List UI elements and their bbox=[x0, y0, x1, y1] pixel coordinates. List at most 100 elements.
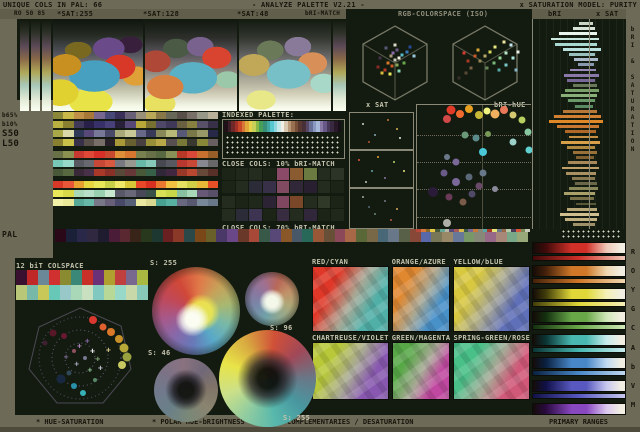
color-cell bbox=[115, 285, 126, 300]
color-cell bbox=[114, 181, 126, 188]
sat-panel-header: x SAT bbox=[366, 101, 389, 109]
bri-bar bbox=[572, 27, 589, 31]
range-letter-b: b bbox=[630, 362, 636, 371]
color-cell bbox=[197, 130, 208, 137]
color-cell bbox=[156, 139, 167, 146]
primary-range-row-b bbox=[532, 380, 626, 403]
polar-s255-bottom-label: S: 255 bbox=[283, 414, 311, 422]
color-cell bbox=[53, 130, 64, 137]
scatter-dot bbox=[498, 56, 502, 60]
scatter-dot bbox=[397, 56, 401, 60]
palette-strip-row6 bbox=[53, 160, 218, 167]
bri-column-header: bRI bbox=[548, 10, 562, 18]
color-cell bbox=[38, 270, 49, 285]
comp-gradient-pane bbox=[453, 342, 531, 400]
bri-bar bbox=[567, 207, 589, 211]
color-cell bbox=[16, 285, 27, 300]
color-cell bbox=[366, 229, 378, 242]
color-cell bbox=[114, 139, 126, 146]
color-cell bbox=[176, 139, 188, 146]
color-cell bbox=[94, 199, 105, 206]
color-cell bbox=[207, 151, 218, 158]
scatter-dot bbox=[399, 137, 402, 140]
sat-bar bbox=[590, 89, 600, 93]
bri-bar bbox=[569, 53, 589, 56]
sat-bar bbox=[590, 187, 598, 190]
color-cell bbox=[73, 190, 84, 197]
blob-field-sat-48 bbox=[239, 19, 331, 111]
comp-label: YELLOW/bLUE bbox=[453, 258, 504, 266]
color-cell bbox=[126, 285, 137, 300]
color-cell bbox=[166, 160, 177, 167]
color-cell bbox=[126, 270, 137, 285]
bri-bar bbox=[570, 68, 589, 72]
sat-bar bbox=[590, 94, 597, 98]
color-cell bbox=[237, 229, 249, 242]
bri-bar bbox=[567, 78, 589, 82]
scatter-dot bbox=[56, 374, 66, 384]
range-strip-main bbox=[532, 403, 626, 415]
scatter-dot bbox=[367, 140, 370, 143]
primary-range-row-C bbox=[532, 334, 626, 357]
sat-bar bbox=[590, 120, 603, 123]
color-cell bbox=[166, 112, 177, 119]
scatter-dot bbox=[367, 205, 370, 208]
scatter-dot bbox=[82, 356, 87, 360]
color-cell bbox=[73, 130, 84, 137]
bri-bar bbox=[562, 109, 589, 113]
color-cell bbox=[197, 160, 208, 167]
bri-bar bbox=[573, 58, 589, 62]
comp-gradient-pane bbox=[391, 266, 451, 332]
color-cell bbox=[302, 229, 313, 242]
color-cell bbox=[63, 130, 74, 137]
color-cell bbox=[197, 190, 208, 197]
bri-bar bbox=[554, 114, 589, 118]
scatter-dot bbox=[107, 328, 116, 337]
scatter-dot bbox=[443, 154, 450, 161]
blob-field-sat-255 bbox=[53, 19, 143, 111]
color-cell bbox=[38, 285, 49, 300]
scatter-dot bbox=[383, 199, 386, 202]
color-cell bbox=[71, 270, 82, 285]
color-cell bbox=[16, 270, 27, 285]
sat-bar bbox=[590, 73, 599, 77]
close-color-swatch bbox=[331, 209, 344, 221]
color-cell bbox=[65, 229, 77, 242]
range-letter-A: A bbox=[630, 343, 636, 352]
color-cell bbox=[53, 112, 64, 119]
color-cell bbox=[115, 270, 126, 285]
color-cell bbox=[135, 112, 146, 119]
range-letter-M: M bbox=[630, 400, 636, 409]
color-cell bbox=[259, 229, 270, 242]
brihue-scatter bbox=[416, 104, 533, 229]
scatter-dot bbox=[509, 43, 513, 47]
close-color-swatch bbox=[276, 181, 290, 193]
color-cell bbox=[104, 130, 115, 137]
scatter-dot bbox=[402, 169, 405, 172]
color-cell bbox=[162, 229, 174, 242]
color-cell bbox=[197, 169, 208, 176]
color-cell bbox=[130, 229, 141, 242]
close-color-swatch bbox=[317, 209, 331, 221]
comp-label: RED/CYAN bbox=[312, 258, 349, 266]
color-cell bbox=[156, 181, 167, 188]
gridline bbox=[417, 216, 531, 218]
close-color-swatch bbox=[276, 196, 290, 208]
scatter-dot bbox=[493, 45, 497, 49]
scatter-dot bbox=[490, 109, 500, 119]
palette-strip-row9 bbox=[53, 190, 218, 197]
close-color-swatch bbox=[276, 209, 290, 221]
color-cell bbox=[83, 169, 95, 176]
scatter-dot bbox=[400, 53, 404, 57]
bri-bar bbox=[561, 166, 589, 170]
range-strip-sub bbox=[532, 255, 626, 261]
scatter-dot bbox=[509, 138, 517, 146]
scatter-dot bbox=[389, 219, 392, 222]
sat-scatter-box-3 bbox=[349, 188, 414, 229]
scatter-dot bbox=[388, 72, 392, 76]
sat-scatter-box-1 bbox=[349, 112, 414, 150]
close-color-swatch bbox=[317, 196, 331, 208]
bri-bar bbox=[571, 176, 589, 180]
color-cell bbox=[194, 229, 206, 242]
color-cell bbox=[63, 190, 74, 197]
